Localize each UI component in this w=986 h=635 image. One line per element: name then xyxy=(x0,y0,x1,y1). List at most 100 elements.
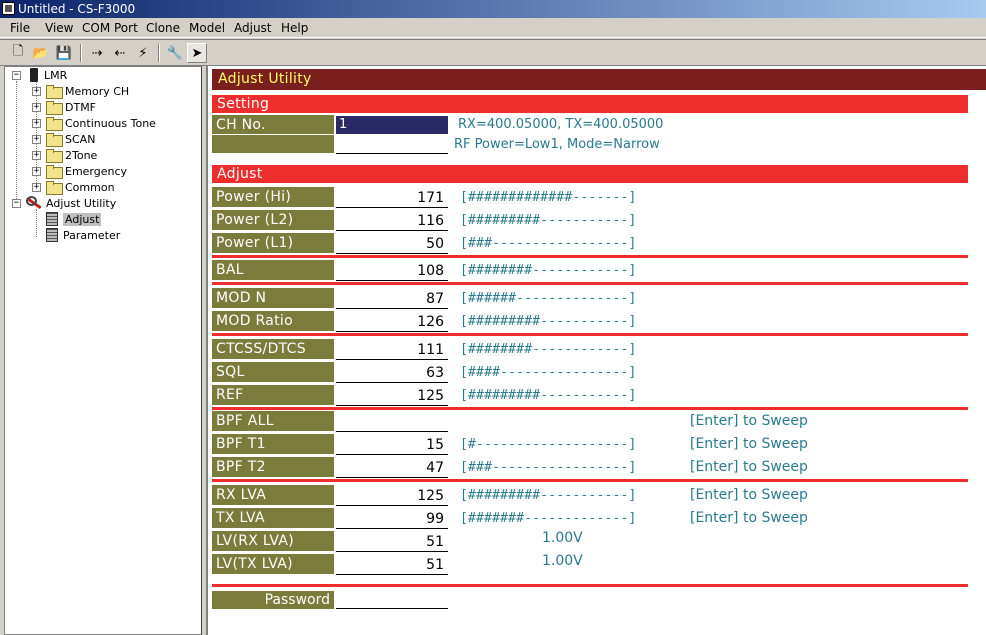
level-bar: [#############-------] xyxy=(460,190,637,205)
level-bar: [#########-----------] xyxy=(460,388,637,403)
expand-icon[interactable]: + xyxy=(32,103,41,112)
adjust-value-field[interactable]: 15 xyxy=(336,434,448,455)
expand-icon[interactable]: + xyxy=(32,183,41,192)
level-bar: [########------------] xyxy=(460,263,637,278)
folder-icon xyxy=(46,117,63,131)
collapse-icon[interactable]: − xyxy=(12,71,21,80)
adjust-value-field[interactable]: 99 xyxy=(336,508,448,529)
menu-com-port[interactable]: COM Port xyxy=(82,20,138,36)
level-bar: [#-------------------] xyxy=(460,437,637,452)
adjust-row-label: MOD N xyxy=(212,288,334,309)
menu-clone[interactable]: Clone xyxy=(146,20,180,36)
menu-bar: File View COM Port Clone Model Adjust He… xyxy=(0,18,986,38)
folder-icon xyxy=(46,165,63,179)
window-title: Untitled - CS-F3000 xyxy=(18,2,136,16)
level-bar: [####----------------] xyxy=(460,365,637,380)
adjust-row-label: BPF T1 xyxy=(212,434,334,455)
open-icon[interactable]: 📂 xyxy=(31,43,51,63)
adjust-value-field[interactable]: 63 xyxy=(336,362,448,383)
tree-item-label: 2Tone xyxy=(65,149,98,162)
adjust-value-field[interactable]: 171 xyxy=(336,187,448,208)
folder-icon xyxy=(46,181,63,195)
group-divider xyxy=(212,255,968,258)
tree-view[interactable]: − LMR + Memory CH + DTMF + Continuous To… xyxy=(4,66,202,635)
adjust-value-field[interactable]: 51 xyxy=(336,554,448,575)
adjust-row-label: Power (Hi) xyxy=(212,187,334,208)
level-bar: [###-----------------] xyxy=(460,236,637,251)
tree-item-label: Memory CH xyxy=(65,85,130,98)
adjust-value-field[interactable]: 126 xyxy=(336,311,448,332)
group-divider xyxy=(212,479,968,482)
title-bar: Untitled - CS-F3000 xyxy=(0,0,986,18)
wrench-icon xyxy=(26,196,42,210)
adjust-value-field[interactable]: 108 xyxy=(336,260,448,281)
menu-adjust[interactable]: Adjust xyxy=(234,20,272,36)
expand-icon[interactable]: + xyxy=(32,135,41,144)
expand-icon[interactable]: + xyxy=(32,167,41,176)
folder-icon xyxy=(46,101,63,115)
save-icon[interactable]: 💾 xyxy=(54,43,74,63)
folder-icon xyxy=(46,149,63,163)
level-bar: [###-----------------] xyxy=(460,460,637,475)
tree-line xyxy=(16,81,17,205)
select-icon[interactable]: ➤ xyxy=(187,43,207,63)
ch-no-input[interactable]: 1 xyxy=(336,116,448,134)
clone-icon[interactable]: ⚡ xyxy=(133,43,153,63)
tree-item-adjust[interactable]: Adjust xyxy=(46,212,102,228)
menu-help[interactable]: Help xyxy=(281,20,308,36)
adjust-row-label: CTCSS/DTCS xyxy=(212,339,334,360)
adjust-value-field[interactable]: 116 xyxy=(336,210,448,231)
mode-info: RF Power=Low1, Mode=Narrow xyxy=(454,137,660,152)
adjust-row-label: BPF ALL xyxy=(212,411,334,432)
tree-item-label: Adjust Utility xyxy=(46,197,117,210)
tree-item-label: Adjust xyxy=(63,213,102,226)
group-divider xyxy=(212,282,968,285)
level-bar: [#########-----------] xyxy=(460,488,637,503)
voltage-readout: 1.00V xyxy=(542,553,583,569)
folder-icon xyxy=(46,85,63,99)
section-setting: Setting xyxy=(212,95,968,113)
adjust-value-field[interactable]: 125 xyxy=(336,385,448,406)
collapse-icon[interactable]: − xyxy=(12,199,21,208)
tree-item-label: Common xyxy=(65,181,115,194)
adjust-value-field[interactable]: 51 xyxy=(336,531,448,552)
folder-icon xyxy=(46,133,63,147)
menu-view[interactable]: View xyxy=(45,20,73,36)
tree-item-parameter[interactable]: Parameter xyxy=(46,228,120,244)
expand-icon[interactable]: + xyxy=(32,151,41,160)
adjust-value-field[interactable]: 125 xyxy=(336,485,448,506)
new-icon[interactable]: 🗋 xyxy=(8,43,28,63)
menu-file[interactable]: File xyxy=(10,20,30,36)
section-adjust: Adjust xyxy=(212,165,968,183)
menu-model[interactable]: Model xyxy=(189,20,225,36)
adjust-row-label: LV(TX LVA) xyxy=(212,554,334,575)
adjust-icon[interactable]: 🔧 xyxy=(165,43,185,63)
adjust-panel: Adjust Utility Setting CH No. 1 RX=400.0… xyxy=(206,66,986,635)
adjust-value-field[interactable] xyxy=(336,411,448,432)
adjust-row-label: BAL xyxy=(212,260,334,281)
adjust-row-label: Power (L1) xyxy=(212,233,334,254)
app-icon xyxy=(2,2,15,15)
adjust-row-label: LV(RX LVA) xyxy=(212,531,334,552)
adjust-value-field[interactable]: 47 xyxy=(336,457,448,478)
frequency-info: RX=400.05000, TX=400.05000 xyxy=(458,117,664,132)
adjust-row-label: RX LVA xyxy=(212,485,334,506)
expand-icon[interactable]: + xyxy=(32,87,41,96)
level-bar: [#########-----------] xyxy=(460,314,637,329)
group-divider xyxy=(212,584,968,587)
password-label: Password xyxy=(212,591,334,609)
password-input[interactable] xyxy=(336,591,448,609)
group-divider xyxy=(212,407,968,410)
adjust-value-field[interactable]: 50 xyxy=(336,233,448,254)
adjust-value-field[interactable]: 87 xyxy=(336,288,448,309)
document-icon xyxy=(46,212,58,226)
sweep-hint: [Enter] to Sweep xyxy=(690,436,808,452)
write-radio-icon[interactable]: ⇠ xyxy=(110,43,130,63)
read-radio-icon[interactable]: ⇢ xyxy=(87,43,107,63)
expand-icon[interactable]: + xyxy=(32,119,41,128)
adjust-row-label: MOD Ratio xyxy=(212,311,334,332)
adjust-value-field[interactable]: 111 xyxy=(336,339,448,360)
tree-item-label: Emergency xyxy=(65,165,128,178)
adjust-row-label: TX LVA xyxy=(212,508,334,529)
setting-underline xyxy=(336,153,448,154)
